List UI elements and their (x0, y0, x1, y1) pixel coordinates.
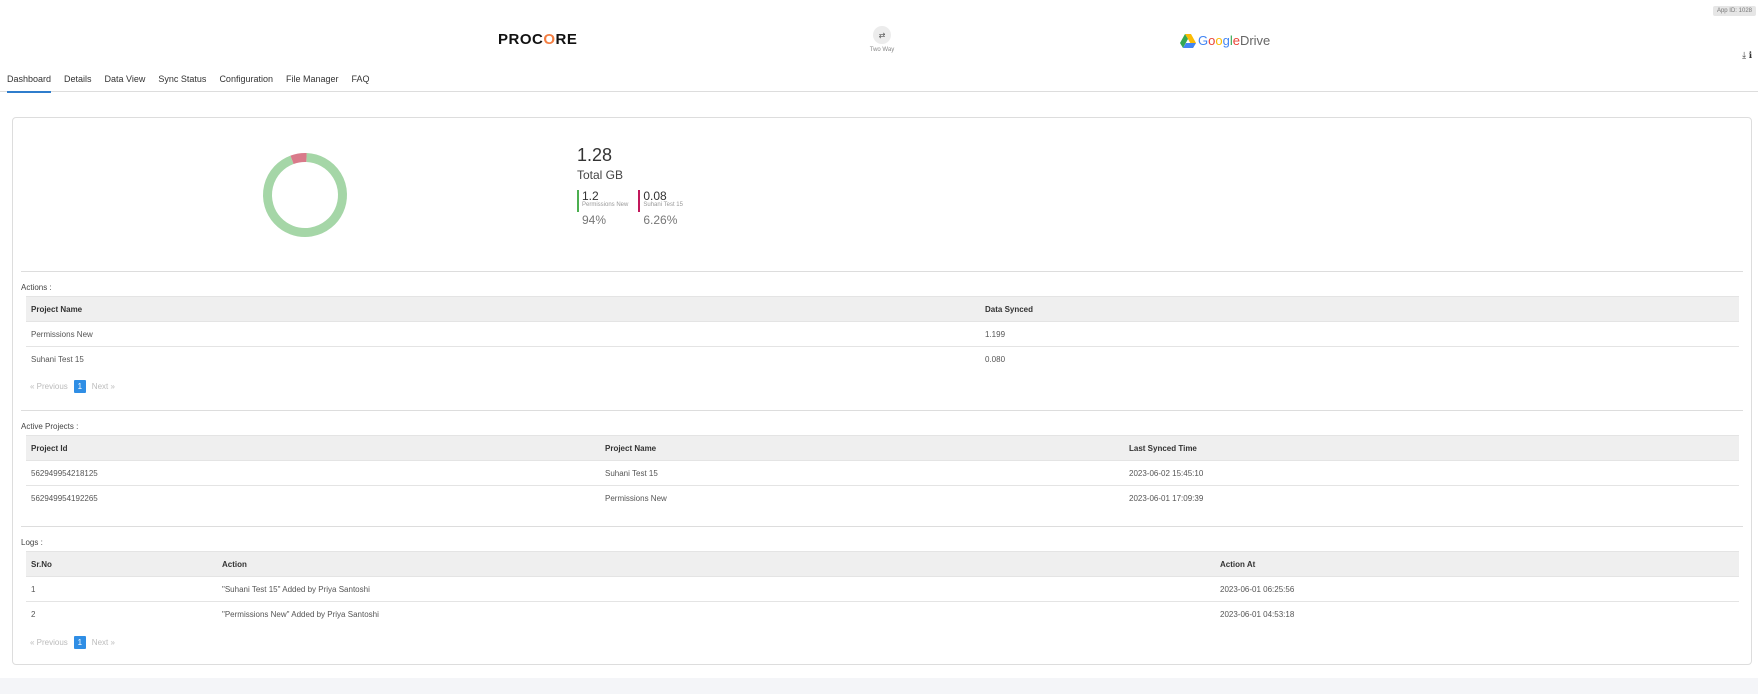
table-row: Permissions New 1.199 (26, 321, 1739, 347)
procore-logo: PROCORE (498, 31, 578, 48)
header: PROCORE ⇄ Two Way GoogleDrive ⤓ ℹ (0, 0, 1758, 70)
legend-item: 1.2 Permissions New 94% (577, 190, 628, 227)
column-header[interactable]: Project Name (600, 435, 1124, 461)
header-icons: ⤓ ℹ (1742, 50, 1752, 61)
project-name-cell: Permissions New (26, 321, 980, 347)
legend-color-bar (577, 190, 579, 212)
last-synced-cell: 2023-06-01 17:09:39 (1129, 493, 1204, 503)
project-name-cell: Permissions New (605, 493, 667, 503)
project-id-cell: 562949954192265 (31, 493, 98, 503)
download-icon[interactable]: ⤓ (1742, 50, 1746, 60)
table-row: 562949954192265 Permissions New 2023-06-… (26, 486, 1739, 511)
total-value: 1.28 (577, 145, 613, 165)
logs-table: Sr.No Action Action At 1 "Suhani Test 15… (26, 551, 1739, 626)
tab-sync-status[interactable]: Sync Status (158, 74, 206, 91)
data-synced-cell: 0.080 (985, 354, 1006, 364)
data-synced-cell: 1.199 (980, 321, 1739, 347)
column-header[interactable]: Project Id (26, 435, 600, 461)
legend-value: 1.2 (582, 189, 599, 203)
divider (21, 410, 1743, 411)
next-button[interactable]: Next » (92, 382, 115, 391)
logs-title: Logs : (21, 538, 43, 547)
column-header[interactable]: Last Synced Time (1124, 435, 1739, 461)
active-projects-title: Active Projects : (21, 422, 79, 431)
tab-file-manager[interactable]: File Manager (286, 74, 339, 91)
divider (21, 271, 1743, 272)
column-header[interactable]: Project Name (26, 296, 980, 322)
google-drive-logo: GoogleDrive (1180, 33, 1270, 48)
legend-value: 0.08 (643, 189, 667, 203)
column-header[interactable]: Action (217, 551, 1215, 577)
donut-slice-permissions-new[interactable] (263, 153, 347, 237)
actions-title: Actions : (21, 283, 52, 292)
google-drive-icon (1180, 33, 1196, 48)
previous-button[interactable]: « Previous (30, 638, 68, 647)
tab-data-view[interactable]: Data View (105, 74, 146, 91)
tab-dashboard[interactable]: Dashboard (7, 74, 52, 93)
action-cell: "Permissions New" Added by Priya Santosh… (222, 609, 379, 619)
sr-no-cell: 2 (31, 609, 36, 619)
divider (21, 526, 1743, 527)
action-cell: "Suhani Test 15" Added by Priya Santoshi (217, 576, 1215, 602)
storage-summary: 1.28 Total GB 1.2 Permissions New 94% 0.… (577, 145, 693, 227)
last-synced-cell: 2023-06-02 15:45:10 (1124, 460, 1739, 486)
total-label: Total GB (577, 168, 624, 182)
legend-name: Suhani Test 15 (643, 202, 683, 208)
sr-no-cell: 1 (26, 576, 217, 602)
tab-bar: Dashboard Details Data View Sync Status … (0, 74, 1758, 93)
actions-pagination: « Previous 1 Next » (30, 380, 115, 393)
dashboard-card: 1.28 Total GB 1.2 Permissions New 94% 0.… (12, 117, 1752, 665)
tab-details[interactable]: Details (64, 74, 92, 91)
two-way-arrows-icon: ⇄ (873, 26, 891, 44)
project-name-cell: Suhani Test 15 (31, 354, 84, 364)
project-id-cell: 562949954218125 (26, 460, 600, 486)
logs-pagination: « Previous 1 Next » (30, 636, 115, 649)
table-row: 2 "Permissions New" Added by Priya Santo… (26, 602, 1739, 627)
legend-item: 0.08 Suhani Test 15 6.26% (638, 190, 683, 227)
chart-legend: 1.2 Permissions New 94% 0.08 Suhani Test… (577, 190, 693, 227)
next-button[interactable]: Next » (92, 638, 115, 647)
info-icon[interactable]: ℹ (1749, 50, 1752, 60)
storage-donut-chart (263, 153, 347, 237)
column-header[interactable]: Sr.No (26, 551, 217, 577)
page-number-button[interactable]: 1 (73, 636, 86, 649)
legend-color-bar (638, 190, 641, 212)
table-row: Suhani Test 15 0.080 (26, 347, 1739, 372)
column-header[interactable]: Action At (1215, 551, 1739, 577)
footer-bar (0, 678, 1758, 694)
action-at-cell: 2023-06-01 06:25:56 (1215, 576, 1739, 602)
legend-percent: 94% (582, 213, 607, 227)
tab-configuration[interactable]: Configuration (219, 74, 273, 91)
project-name-cell: Suhani Test 15 (600, 460, 1124, 486)
sync-direction: ⇄ Two Way (866, 26, 898, 53)
active-projects-table: Project Id Project Name Last Synced Time… (26, 435, 1739, 510)
table-row: 562949954218125 Suhani Test 15 2023-06-0… (26, 460, 1739, 486)
legend-name: Permissions New (582, 202, 629, 208)
action-at-cell: 2023-06-01 04:53:18 (1220, 609, 1295, 619)
donut-slice-suhani-test-15[interactable] (290, 153, 307, 165)
table-row: 1 "Suhani Test 15" Added by Priya Santos… (26, 576, 1739, 602)
page-number-button[interactable]: 1 (73, 380, 86, 393)
actions-table: Project Name Data Synced Permissions New… (26, 296, 1739, 371)
sync-label: Two Way (869, 47, 895, 53)
legend-percent: 6.26% (643, 213, 678, 227)
previous-button[interactable]: « Previous (30, 382, 68, 391)
column-header[interactable]: Data Synced (980, 296, 1739, 322)
tab-faq[interactable]: FAQ (352, 74, 370, 91)
